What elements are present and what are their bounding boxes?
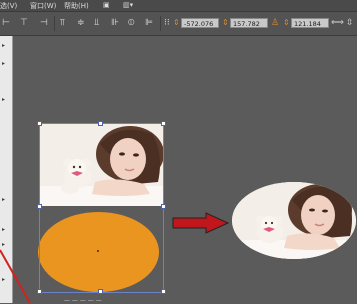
- y-stepper-icon[interactable]: ⇕: [222, 18, 229, 27]
- flip-vertical-icon[interactable]: ⇳: [346, 18, 354, 28]
- clipped-photo-result: [232, 182, 356, 259]
- menu-bar: 选(V) 窗口(W) 帮助(H) ▣ ▥▾: [0, 0, 357, 12]
- align-right-icon[interactable]: ⊣: [40, 18, 48, 28]
- flip-horizontal-icon[interactable]: ⟺: [331, 18, 344, 28]
- resize-handle-right[interactable]: [161, 204, 166, 209]
- resize-handle-top-right[interactable]: [161, 121, 166, 126]
- w-stepper-icon[interactable]: ⇕: [283, 18, 290, 27]
- distribute-top-icon[interactable]: ⫪: [60, 18, 65, 28]
- reference-point-icon[interactable]: ⁝⁝: [164, 18, 170, 28]
- expand-arrow-icon[interactable]: ▸: [2, 226, 5, 233]
- width-field[interactable]: 121.184: [291, 18, 329, 28]
- align-left-icon[interactable]: ⊢: [2, 18, 10, 28]
- constrain-proportions-icon[interactable]: ♙: [271, 18, 279, 28]
- expand-arrow-icon[interactable]: ▸: [2, 196, 5, 203]
- expand-arrow-icon[interactable]: ▸: [2, 42, 5, 49]
- resize-handle-bottom[interactable]: [98, 289, 103, 294]
- distribute-right-icon[interactable]: ⊫: [145, 18, 153, 28]
- orange-ellipse-shape[interactable]: [38, 212, 159, 292]
- girl-with-teddy-clipped-photo: [232, 182, 356, 259]
- control-panel: ⊢ ⊤ ⊣ ⫪ ≑ ⫫ ⊪ ⦶ ⊫ ⁝⁝ ⇕ -572.076 ⇕ 157.78…: [0, 12, 357, 36]
- resize-handle-top[interactable]: [98, 121, 103, 126]
- distribute-bottom-icon[interactable]: ⫫: [94, 18, 99, 28]
- x-position-field[interactable]: -572.076: [181, 18, 219, 28]
- menu-help[interactable]: 帮助(H): [64, 1, 89, 11]
- y-position-field[interactable]: 157.782: [230, 18, 268, 28]
- menu-select[interactable]: 选(V): [0, 1, 17, 11]
- align-center-icon[interactable]: ⊤: [20, 18, 28, 28]
- red-annotation-line: [0, 249, 31, 303]
- resize-handle-bottom-right[interactable]: [161, 289, 166, 294]
- distribute-center-icon[interactable]: ⦶: [128, 18, 135, 28]
- x-stepper-icon[interactable]: ⇕: [173, 18, 180, 27]
- screen-mode-icon[interactable]: ▣: [103, 1, 110, 9]
- resize-handle-top-left[interactable]: [37, 121, 42, 126]
- girl-with-teddy-photo: [40, 124, 164, 206]
- separator: [160, 16, 161, 31]
- shape-center-point: [97, 250, 99, 252]
- distribute-left-icon[interactable]: ⊪: [111, 18, 119, 28]
- distribute-middle-icon[interactable]: ≑: [77, 18, 85, 28]
- menu-window[interactable]: 窗口(W): [30, 1, 56, 11]
- separator: [54, 16, 55, 31]
- expand-arrow-icon[interactable]: ▸: [2, 96, 5, 103]
- photo-object[interactable]: [40, 124, 164, 206]
- expand-arrow-icon[interactable]: ▸: [2, 60, 5, 67]
- arrange-documents-icon[interactable]: ▥▾: [123, 1, 133, 9]
- red-arrow-icon: [172, 212, 230, 234]
- resize-handle-left[interactable]: [37, 204, 42, 209]
